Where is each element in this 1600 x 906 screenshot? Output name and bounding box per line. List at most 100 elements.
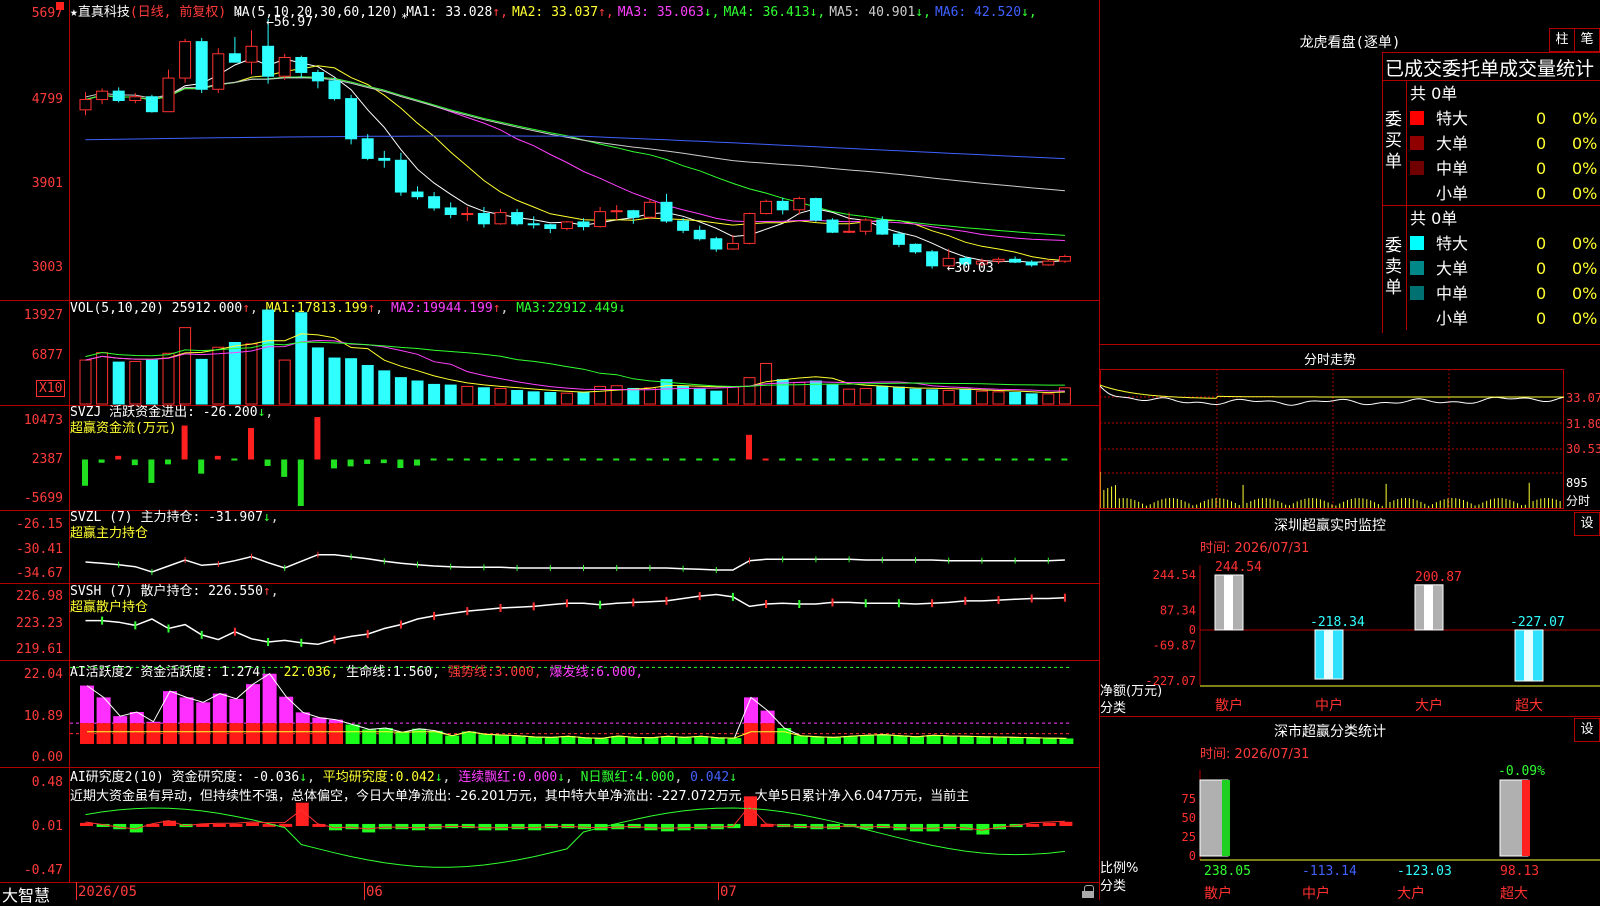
sz-monitor-y-label: -69.87 (1153, 639, 1196, 653)
fenshi-y-label-1: 31.80 (1566, 417, 1600, 431)
svsh-y-axis: 226.98 223.23 219.61 (0, 583, 69, 660)
ai-research-y-label-0: 0.48 (31, 775, 63, 790)
lhb-row-count: 0 (1536, 184, 1547, 203)
ai-active-bar-top (179, 697, 194, 724)
ai-active-bar-top (246, 684, 260, 724)
ai-research-bar (943, 823, 957, 830)
ai-active-bar-base (196, 723, 211, 744)
volume-chart[interactable] (70, 300, 1099, 405)
candle (79, 99, 92, 111)
sz-class-settings-button[interactable]: 设 (1574, 718, 1600, 742)
lhb-row-pct: 0% (1572, 109, 1598, 128)
svzj-bar (331, 459, 337, 469)
vol-bar (743, 377, 756, 405)
svzj-tick (430, 458, 437, 461)
sz-monitor-settings-button[interactable]: 设 (1574, 512, 1600, 536)
ai-research-bar (395, 823, 409, 830)
vol-y-axis: 13927 6877 X10 (0, 300, 69, 405)
svzj-tick (497, 458, 503, 461)
ai-active-bar (378, 728, 393, 744)
ai-active-chart[interactable] (70, 660, 1099, 767)
sz-class-category: 中户 (1302, 885, 1330, 900)
sz-monitor-y-label: 244.54 (1153, 568, 1196, 582)
sz-monitor-category: 超大 (1515, 698, 1543, 714)
vol-bar (378, 370, 391, 405)
svzj-tick (812, 458, 819, 461)
svzj-tick (829, 458, 835, 461)
ai-active-bar (395, 732, 410, 744)
star-mark: * (235, 9, 242, 23)
ai-active-bar (959, 736, 974, 744)
ai-research-bar (1059, 821, 1073, 826)
svzl-chart[interactable] (70, 510, 1099, 583)
svzj-tick (878, 458, 885, 461)
vol-bar (843, 388, 856, 405)
vol-bar (212, 346, 225, 405)
sz-class-bar-0-edge (1222, 780, 1230, 856)
ai-active-bar (993, 737, 1007, 744)
vol-bar (892, 386, 905, 405)
ai-active-y-axis: 22.04 10.89 0.00 (0, 660, 69, 767)
vol-bar (992, 391, 1005, 405)
candle (328, 80, 341, 100)
sz-monitor-chart[interactable]: 244.54 87.34 0 -69.87 -227.07 244.54 散户 -218.34… (1100, 555, 1600, 715)
divider-7 (0, 882, 1100, 883)
svzj-chart[interactable] (70, 405, 1099, 510)
candle (859, 219, 872, 232)
ai-active-bar (910, 736, 924, 744)
candle (1042, 260, 1055, 266)
candlestick-chart[interactable]: ←56.97 ←30.03 * * (70, 0, 1099, 300)
ai-research-bar (694, 823, 708, 830)
lhb-row-count: 0 (1536, 259, 1547, 278)
candle (926, 251, 939, 267)
candle (112, 90, 125, 101)
svzj-bar (115, 455, 122, 460)
ai-active-bar (544, 737, 559, 744)
lhb-row-name: 小单 (1436, 309, 1469, 328)
ai-research-bar (1026, 823, 1040, 827)
lhb-swatch (1410, 111, 1424, 125)
lhb-bi-button[interactable]: 笔 (1574, 28, 1600, 52)
fenshi-y-axis: 33.07 31.80 30.53 895 分时 (1564, 369, 1600, 509)
svzj-tick (596, 458, 603, 461)
chart-area[interactable]: 5697 4799 3901 3003 ★直真科技(日线, 前复权) MA(5,… (0, 0, 1100, 905)
svzj-bar (364, 459, 371, 464)
lhb-zhu-button[interactable]: 柱 (1549, 28, 1575, 52)
svzj-tick (563, 458, 570, 461)
ai-active-bar (976, 736, 991, 744)
ma-line-4 (85, 77, 1065, 192)
ai-active-bar-base (212, 723, 227, 744)
lhb-buy-row: 小单 0 0% (1410, 180, 1600, 204)
lock-icon-body (1082, 891, 1094, 898)
svzj-tick (762, 458, 769, 461)
sz-class-chart[interactable]: 75 50 25 0 -0.09% 238.05 散户 -113.14 中户 -123.03 大户 9… (1100, 760, 1600, 900)
svzj-bar (414, 459, 420, 466)
price-scale-marker-icon[interactable] (56, 2, 64, 10)
candle (610, 210, 623, 213)
candle (494, 212, 507, 225)
lhb-buy-row: 中单 0 0% (1410, 155, 1600, 179)
fenshi-chart[interactable] (1100, 369, 1564, 509)
ai-research-chart[interactable] (70, 767, 1099, 882)
candle (577, 221, 590, 228)
svzj-bar (82, 459, 88, 486)
brand-label[interactable]: 大智慧 (2, 882, 50, 906)
sz-class-bar-3-edge (1522, 780, 1530, 856)
ai-active-bar-top (113, 716, 128, 724)
vol-bar (1058, 387, 1071, 405)
lhb-buy-label: 委买单 (1385, 110, 1402, 172)
svzj-tick (795, 458, 802, 461)
candle (909, 243, 922, 253)
svzj-tick (463, 458, 470, 461)
ai-active-bar (445, 735, 460, 744)
ai-active-bar (943, 736, 958, 744)
svsh-chart[interactable] (70, 583, 1099, 660)
ai-active-bar (1009, 737, 1024, 744)
ma-line-2 (85, 76, 1065, 241)
lhb-swatch (1410, 161, 1424, 175)
sz-class-value-label: 238.05 (1204, 864, 1251, 879)
vol-bar (278, 359, 291, 405)
ai-active-bar (412, 728, 426, 744)
vol-unit-badge[interactable]: X10 (36, 380, 66, 397)
ai-active-bar-top (196, 702, 211, 724)
